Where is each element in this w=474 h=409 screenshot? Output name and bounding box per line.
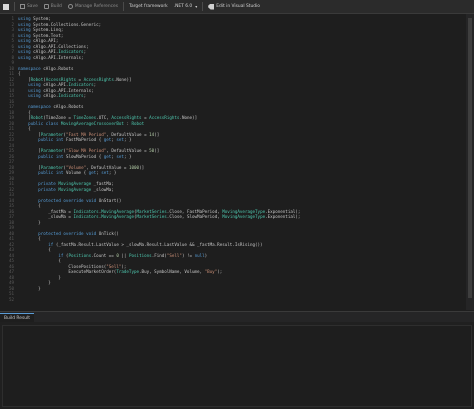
code-text: public int Volume { get; set; } <box>38 170 117 175</box>
toolbar: Save Build Manage References Target fram… <box>0 0 474 14</box>
code-text: } <box>18 219 41 225</box>
vertical-scrollbar[interactable] <box>466 14 474 310</box>
line-number: 52 <box>8 296 14 302</box>
chevron-down-icon: ▾ <box>195 4 198 9</box>
code-text: public class MovingAverageCrossoverBot :… <box>28 120 145 126</box>
manage-references-label: Manage References <box>74 4 119 9</box>
visual-studio-icon <box>208 3 215 10</box>
edit-in-visual-studio-button[interactable]: Edit in Visual Studio <box>205 0 263 13</box>
code-text: using cAlgo.Indicators; <box>28 93 87 98</box>
code-line: 52 <box>0 297 474 303</box>
edit-in-visual-studio-label: Edit in Visual Studio <box>216 4 260 9</box>
target-framework-label: Target framework <box>129 4 168 9</box>
code-text: using cAlgo.API.Internals; <box>18 54 84 60</box>
manage-references-button[interactable]: Manage References <box>65 0 121 13</box>
toolbar-divider <box>14 2 15 11</box>
code-editor[interactable]: 1 using System; 2 using System.Collections.… <box>0 14 474 310</box>
build-result-panel <box>0 322 474 409</box>
scrollbar-thumb[interactable] <box>468 18 472 298</box>
references-icon <box>67 4 73 9</box>
build-button[interactable]: Build <box>41 0 65 13</box>
code-text: } <box>18 285 41 291</box>
run-button[interactable] <box>0 0 12 13</box>
target-framework-label-wrap: Target framework <box>126 0 171 13</box>
toolbar-divider <box>123 2 125 11</box>
disk-icon <box>20 4 25 9</box>
square-icon <box>3 3 9 10</box>
build-label: Build <box>50 4 62 9</box>
code-text: _slowMa = Indicators.MovingAverage(Marke… <box>18 214 301 219</box>
toolbar-divider <box>202 2 204 11</box>
code-text: public int SlowMaPeriod { get; set; } <box>38 153 132 159</box>
net-version-dropdown[interactable]: .NET 6.0 ▾ <box>171 0 201 13</box>
build-result-output <box>2 325 472 407</box>
save-button[interactable]: Save <box>17 0 41 13</box>
code-text: if (_fastMa.Result.LastValue > _slowMa.R… <box>48 241 263 247</box>
code-text: private MovingAverage _slowMa; <box>38 186 114 192</box>
code-lines: 1 using System; 2 using System.Collections.… <box>0 16 474 302</box>
build-icon <box>43 4 49 9</box>
save-label: Save <box>27 4 38 9</box>
net-version-value: .NET 6.0 <box>173 4 193 9</box>
code-text: namespace cAlgo.Robots <box>18 65 74 71</box>
code-text: public int FastMaPeriod { get; set; } <box>38 137 132 142</box>
